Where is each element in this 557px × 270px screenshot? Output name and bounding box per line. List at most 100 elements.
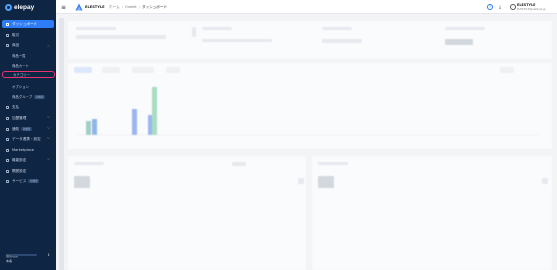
sidebar-item-label: 商品: [12, 42, 20, 47]
sidebar-subitem-option[interactable]: オプション: [12, 83, 54, 90]
scrollbar[interactable]: [59, 18, 64, 270]
marketplace-icon: [6, 148, 9, 152]
menu-icon[interactable]: ≡: [61, 4, 66, 11]
stat-placeholder: [322, 39, 362, 43]
user-avatar-icon[interactable]: [510, 4, 516, 10]
stats-panel: [68, 21, 552, 59]
sidebar-item-developer[interactable]: 開発設定: [2, 167, 54, 175]
new-badge: 新機能: [21, 127, 32, 131]
sidebar-item-label: Marketplace: [12, 148, 35, 152]
new-badge: 新機能: [34, 94, 45, 99]
brand-logo[interactable]: elepay: [5, 3, 34, 12]
sidebar: elepay ダッシュボード 取引 商品 ︿ 商品一覧 商品カート カテゴリー …: [0, 0, 56, 270]
stat-placeholder: [192, 27, 196, 37]
subitem-label: 商品一覧: [12, 54, 26, 58]
stat-placeholder: [76, 35, 166, 39]
breadcrumb-home[interactable]: ホーム: [109, 5, 120, 10]
subitem-label: カテゴリー: [13, 73, 30, 77]
sidebar-item-label: ダッシュボード: [12, 21, 38, 26]
chevron-down-icon: ﹀: [46, 137, 50, 141]
bar-placeholder: [92, 119, 97, 135]
payment-icon: [6, 105, 9, 109]
lower-left-panel: [68, 156, 306, 270]
sidebar-item-settings[interactable]: 機能設定 ﹀: [2, 156, 54, 164]
lower-right-panel: [312, 156, 552, 270]
sidebar-subitem-product-list[interactable]: 商品一覧: [12, 52, 54, 59]
sidebar-item-service[interactable]: サービス 新機能: [2, 177, 54, 185]
user-name[interactable]: ELESTYLE: [517, 3, 535, 7]
sidebar-subitem-product-cart[interactable]: 商品カート: [12, 62, 54, 69]
control-placeholder: [298, 178, 304, 184]
developer-icon: [6, 169, 9, 173]
stat-placeholder: [322, 27, 352, 30]
subitem-label: 商品グループ: [12, 95, 33, 99]
subitem-label: 商品カート: [12, 64, 29, 68]
sidebar-item-label: 開発設定: [12, 168, 27, 173]
chevron-down-icon: ﹀: [46, 116, 50, 120]
sidebar-item-transactions[interactable]: 取引: [2, 31, 54, 39]
bar-placeholder: [132, 109, 137, 135]
sidebar-item-label: データ連携・設定: [12, 136, 41, 141]
panel-title-placeholder: [318, 162, 348, 165]
stat-placeholder: [445, 27, 485, 30]
notification-icon: [6, 127, 9, 131]
chart-panel: [68, 63, 552, 149]
stat-placeholder: [445, 39, 473, 45]
chevron-up-icon: ︿: [46, 43, 50, 47]
content-placeholder: [318, 176, 334, 188]
sidebar-item-label: サービス: [12, 178, 27, 183]
sidebar-item-marketplace[interactable]: Marketplace: [2, 146, 54, 154]
sidebar-item-label: 支払: [12, 104, 20, 109]
sidebar-item-product[interactable]: 商品 ︿: [2, 41, 54, 49]
sidebar-item-label: 通知: [12, 126, 20, 131]
sidebar-subitem-product-group[interactable]: 商品グループ 新機能: [12, 93, 54, 100]
control-placeholder: [542, 178, 548, 184]
merchant-icon: [6, 116, 9, 120]
sidebar-item-label: 取引: [12, 32, 20, 37]
content-placeholder: [74, 176, 90, 188]
sidebar-subitem-category[interactable]: カテゴリー: [2, 71, 55, 78]
environment-switcher[interactable]: 環境切替 ⇕ 本番: [6, 253, 50, 263]
chevron-up-down-icon: ⇕: [47, 253, 50, 257]
transactions-icon: [6, 33, 9, 37]
shop-name[interactable]: ELESTYLE: [85, 5, 105, 9]
environment-mode: 本番: [6, 259, 13, 263]
bar-placeholder: [86, 121, 91, 135]
sidebar-item-label: 機能設定: [12, 157, 27, 162]
sidebar-item-label: 加盟管理: [12, 115, 27, 120]
sidebar-item-merchant[interactable]: 加盟管理 ﹀: [2, 114, 54, 122]
breadcrumb-onekit[interactable]: Onekit: [125, 5, 137, 10]
sidebar-item-payment[interactable]: 支払: [2, 103, 54, 111]
new-badge: 新機能: [28, 179, 40, 183]
dashboard-icon: [6, 22, 9, 26]
stat-placeholder: [76, 27, 116, 30]
environment-bar: [11, 254, 37, 256]
subitem-label: オプション: [12, 85, 29, 89]
elepay-logo-icon: [5, 4, 12, 11]
control-placeholder: [232, 162, 246, 166]
breadcrumb-separator: /: [138, 5, 140, 9]
breadcrumb-current: ダッシュボード: [141, 5, 168, 9]
blurred-chart: [78, 87, 538, 136]
sidebar-item-integration[interactable]: データ連携・設定 ﹀: [2, 135, 54, 143]
integration-icon: [6, 137, 9, 141]
user-email: ELESTYLE@elestyle.jp: [517, 7, 546, 11]
settings-icon: [6, 158, 9, 162]
bar-placeholder: [152, 87, 157, 135]
chevron-down-icon: ﹀: [46, 127, 50, 131]
shop-logo-icon: [75, 3, 83, 11]
breadcrumb: ホーム / Onekit / ダッシュボード: [109, 5, 167, 10]
sidebar-item-dashboard[interactable]: ダッシュボード: [2, 20, 54, 28]
brand-name: elepay: [14, 4, 35, 11]
help-icon[interactable]: ?: [487, 4, 493, 10]
breadcrumb-separator: /: [121, 5, 123, 9]
stat-placeholder: [202, 39, 272, 42]
top-header: ≡ ELESTYLE ホーム / Onekit / ダッシュボード ? ⤓ EL…: [56, 0, 557, 14]
service-icon: [6, 179, 9, 183]
chevron-down-icon: ﹀: [46, 158, 50, 162]
stat-placeholder: [202, 27, 232, 30]
sidebar-item-notification[interactable]: 通知 新機能 ﹀: [2, 125, 54, 133]
download-icon[interactable]: ⤓: [497, 4, 503, 10]
panel-title-placeholder: [74, 162, 104, 165]
product-icon: [6, 43, 9, 47]
